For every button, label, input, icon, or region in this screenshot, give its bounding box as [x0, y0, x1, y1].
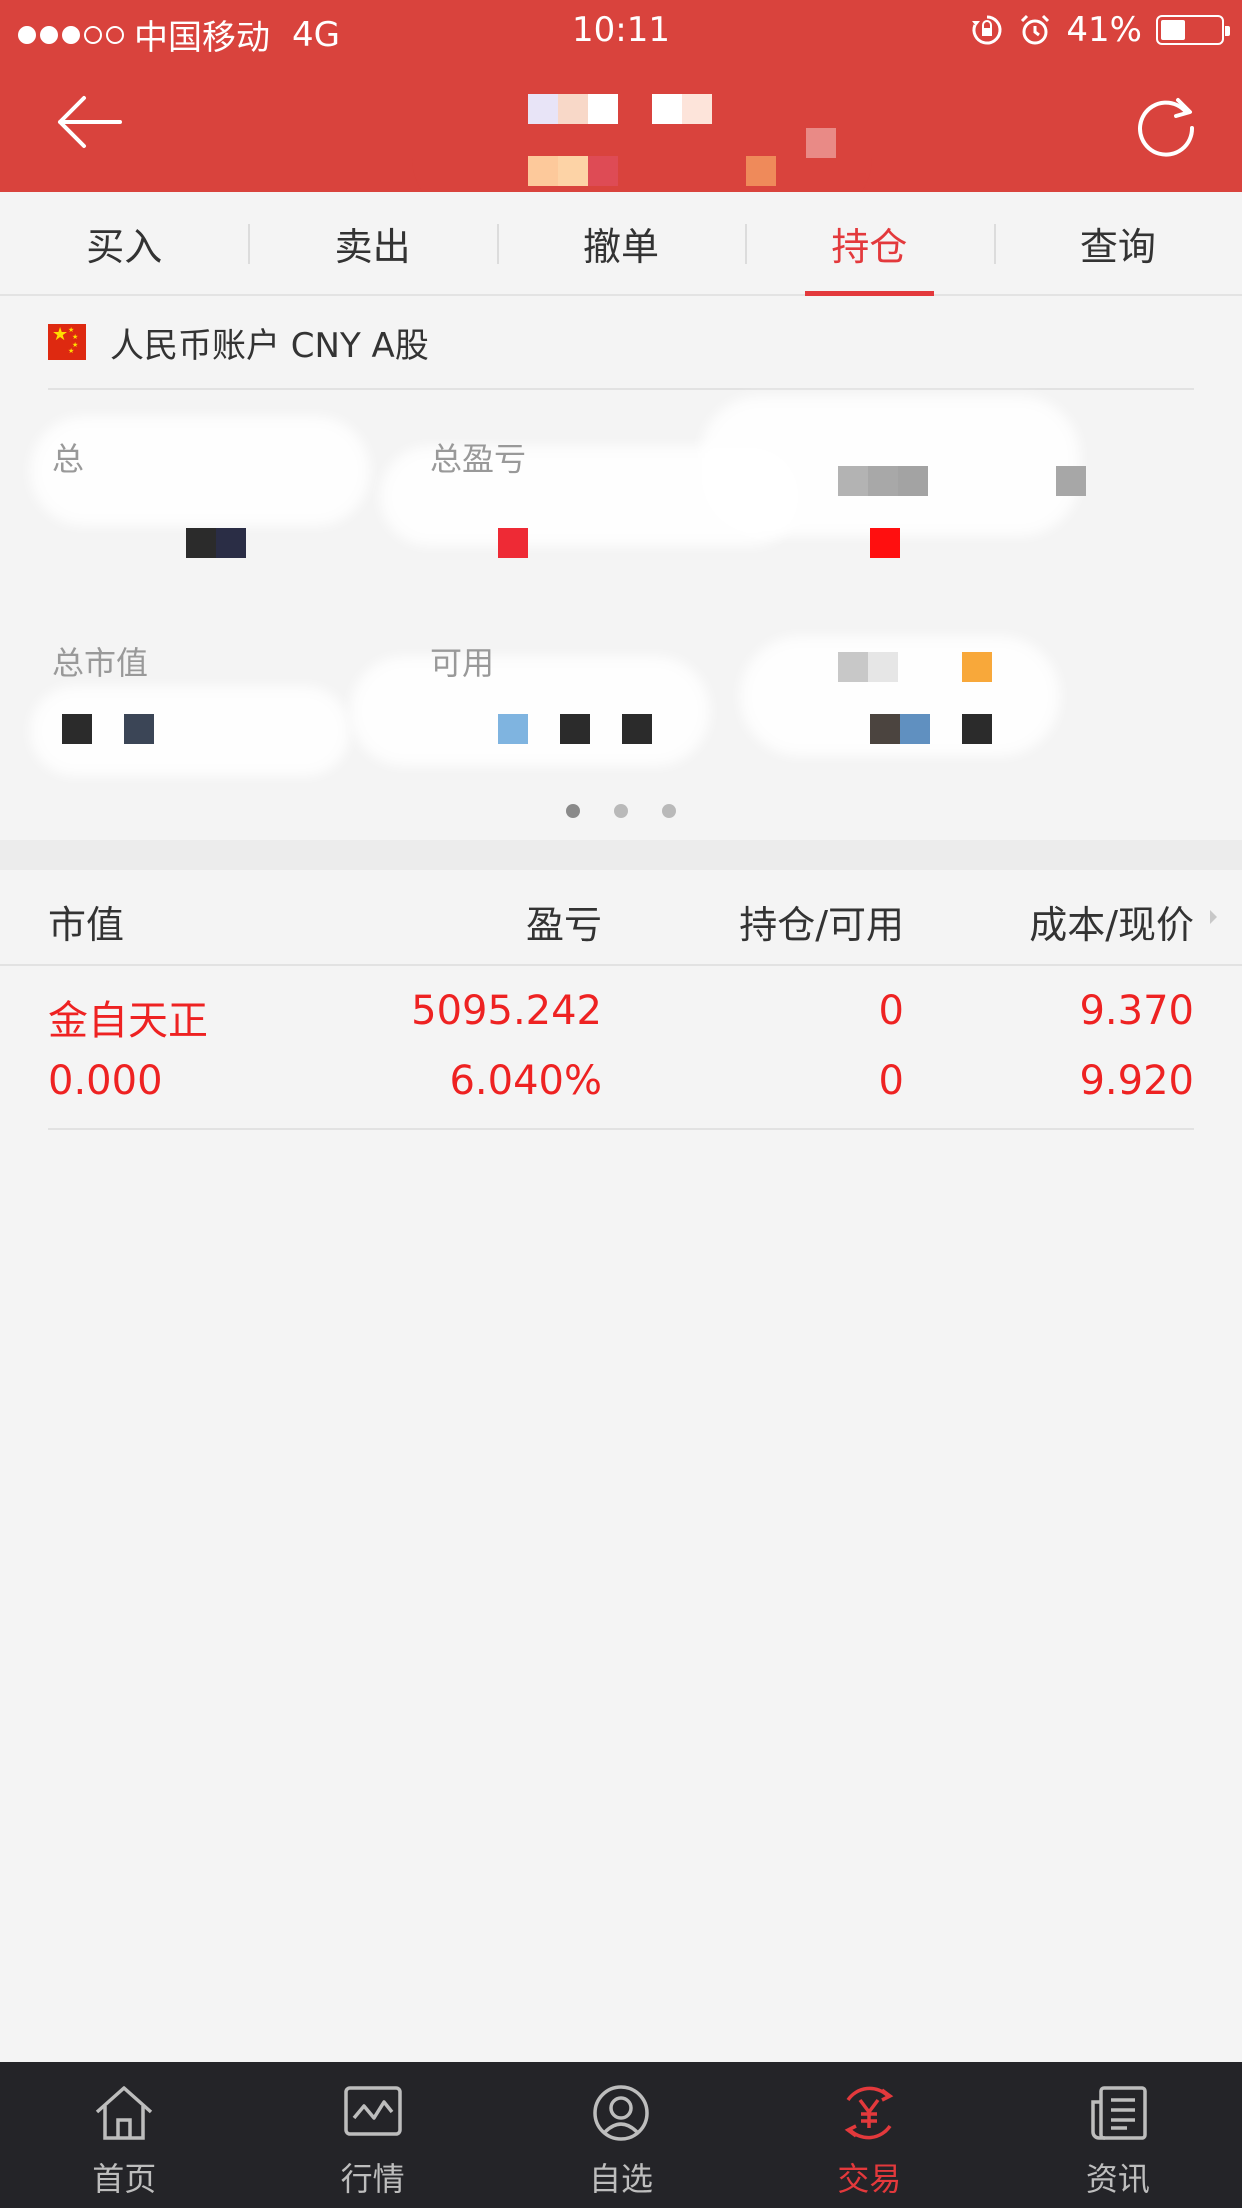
position-qty: 0: [878, 988, 904, 1034]
news-icon: [1091, 2086, 1147, 2140]
page-dot[interactable]: [566, 804, 580, 818]
nav-label: 首页: [92, 2160, 157, 2198]
nav-label: 交易: [837, 2160, 902, 2198]
nav-watchlist[interactable]: 自选: [497, 2062, 745, 2208]
china-flag-icon: ★ ★ ★ ★ ★: [48, 324, 86, 360]
account-summary[interactable]: ★ ★ ★ ★ ★ 人民币账户 CNY A股 总 总市值 总盈亏 可用: [0, 296, 1242, 840]
user-circle-icon: [593, 2085, 649, 2141]
column-header-cost-price: 成本/现价: [1029, 903, 1194, 947]
tab-query[interactable]: 查询: [993, 192, 1242, 294]
account-label: 人民币账户 CNY A股: [110, 325, 429, 366]
pnl-percent: 6.040%: [449, 1058, 602, 1104]
column-header-position: 持仓/可用: [739, 903, 904, 947]
stat-label-total-pnl: 总盈亏: [430, 440, 527, 478]
stat-label-total-assets-partial: 总: [52, 440, 85, 478]
nav-trade[interactable]: 交易: [745, 2062, 993, 2208]
current-price: 9.920: [1079, 1058, 1194, 1104]
nav-market[interactable]: 行情: [248, 2062, 496, 2208]
tab-positions[interactable]: 持仓: [745, 192, 993, 296]
section-divider: [0, 840, 1242, 870]
page-dot[interactable]: [662, 804, 676, 818]
page-dot[interactable]: [614, 804, 628, 818]
battery-icon: [1156, 15, 1230, 45]
page-indicator: [0, 804, 1242, 818]
chevron-right-icon[interactable]: [1208, 906, 1220, 928]
refresh-icon[interactable]: [1134, 92, 1200, 158]
chart-icon: [343, 2086, 402, 2136]
column-header-pnl: 盈亏: [525, 903, 602, 947]
nav-news[interactable]: 资讯: [994, 2062, 1242, 2208]
yuan-exchange-icon: [845, 2086, 894, 2140]
trade-tabs: 买入 卖出 撤单 持仓 查询: [0, 192, 1242, 296]
column-header-market-value: 市值: [48, 903, 125, 947]
stat-label-available: 可用: [430, 644, 495, 682]
nav-home[interactable]: 首页: [0, 2062, 248, 2208]
pnl-amount: 5095.242: [411, 988, 602, 1034]
market-value: 0.000: [48, 1058, 163, 1104]
tab-cancel-order[interactable]: 撤单: [496, 192, 745, 294]
nav-label: 行情: [340, 2160, 405, 2198]
holdings-table-header: 市值 盈亏 持仓/可用 成本/现价: [0, 870, 1242, 966]
stat-label-market-value: 总市值: [52, 644, 149, 682]
bottom-navigation: 首页 行情 自选 交易 资讯: [0, 2062, 1242, 2208]
tab-buy[interactable]: 买入: [0, 192, 248, 294]
rotation-lock-icon: [972, 15, 1002, 45]
nav-label: 资讯: [1085, 2160, 1150, 2198]
battery-level: [1161, 20, 1185, 40]
home-icon: [96, 2086, 153, 2140]
battery-percent: 41%: [1066, 10, 1142, 50]
tab-sell[interactable]: 卖出: [248, 192, 496, 294]
account-selector[interactable]: ★ ★ ★ ★ ★ 人民币账户 CNY A股: [48, 296, 1194, 390]
cost-price: 9.370: [1079, 988, 1194, 1034]
redaction-smear: [350, 656, 710, 766]
stock-name: 金自天正: [48, 998, 208, 1044]
table-row[interactable]: 金自天正 0.000 5095.242 6.040% 0 0 9.370 9.9…: [48, 968, 1194, 1130]
status-bar: 中国移动 4G 10:11 41%: [0, 0, 1242, 62]
available-qty: 0: [878, 1058, 904, 1104]
nav-label: 自选: [589, 2160, 654, 2198]
arrow-left-icon[interactable]: [52, 92, 124, 152]
alarm-icon: [1021, 14, 1050, 45]
